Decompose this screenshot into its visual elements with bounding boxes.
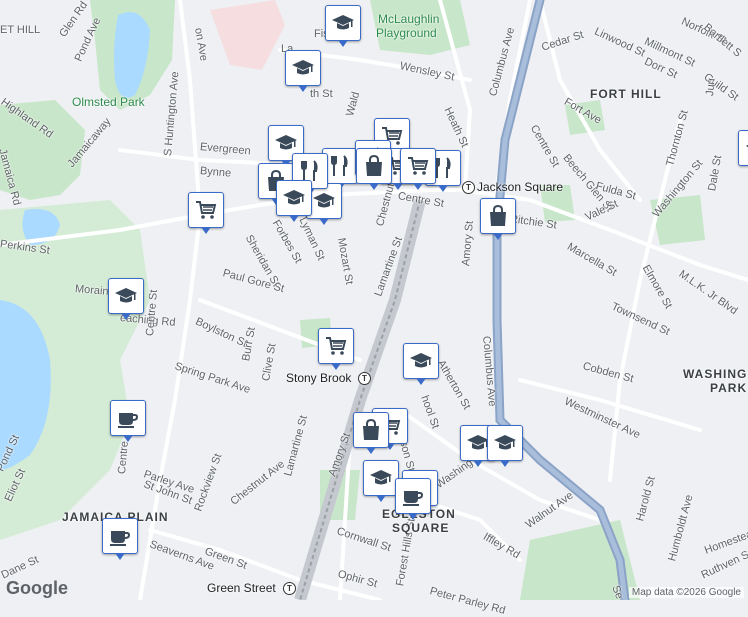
- poi-school-fisher-school-icon[interactable]: [325, 5, 361, 47]
- fort-hill-label: FORT HILL: [590, 87, 662, 101]
- street-label-juniper-frag: Jun: [704, 77, 718, 97]
- mclaughlin-label-2: Playground: [376, 26, 437, 40]
- poi-bag-jackson-shopping-bag-icon[interactable]: [480, 198, 516, 240]
- washington-park-label-1: WASHING: [683, 367, 748, 381]
- poi-coffee-centre-coffee-icon[interactable]: [110, 400, 146, 442]
- map-attribution: Map data ©2026 Google: [628, 587, 744, 598]
- poi-bag-centre-2-shopping-bag-icon[interactable]: [356, 148, 392, 190]
- mclaughlin-label-1: McLaughlin: [378, 12, 440, 26]
- poi-school-egleston-1-school-icon[interactable]: [363, 460, 399, 502]
- olmsted-park-label: Olmsted Park: [72, 95, 145, 109]
- poi-cart-west-grocery-icon[interactable]: [188, 192, 224, 234]
- poi-map-layers-partial-map-layers-icon[interactable]: [738, 130, 748, 166]
- poi-school-washington-2-school-icon[interactable]: [487, 425, 523, 467]
- jackson-square-station[interactable]: Jackson Square: [477, 180, 563, 194]
- poi-cart-centre-3-grocery-icon[interactable]: [400, 148, 436, 190]
- poi-school-atherton-school-icon[interactable]: [403, 343, 439, 385]
- green-street-station[interactable]: Green Street: [207, 581, 276, 595]
- jackson-square-t-icon: T: [462, 181, 475, 194]
- google-logo: Google: [6, 578, 68, 598]
- poi-school-north-school-icon[interactable]: [285, 50, 321, 92]
- poi-cart-stony-brook-grocery-icon[interactable]: [318, 328, 354, 370]
- poi-school-moraine-school-icon[interactable]: [108, 278, 144, 320]
- street-label-th-st-frag: th St: [310, 88, 333, 100]
- poi-coffee-jamaica-plain-coffee-icon[interactable]: [102, 518, 138, 560]
- stony-brook-t-icon: T: [358, 372, 371, 385]
- stony-brook-station[interactable]: Stony Brook: [286, 371, 351, 385]
- washington-park-label-2: PARK: [710, 381, 748, 395]
- poi-coffee-egleston-coffee-icon[interactable]: [395, 478, 431, 520]
- street-label-bynner: Bynne: [199, 165, 232, 180]
- green-street-t-icon: T: [283, 582, 296, 595]
- egleston-label-2: SQUARE: [392, 521, 450, 535]
- poi-school-centre-school-icon[interactable]: [276, 180, 312, 222]
- poi-bag-school-st-shopping-bag-icon[interactable]: [353, 412, 389, 454]
- street-label-hill-frag: ET HILL: [0, 24, 41, 36]
